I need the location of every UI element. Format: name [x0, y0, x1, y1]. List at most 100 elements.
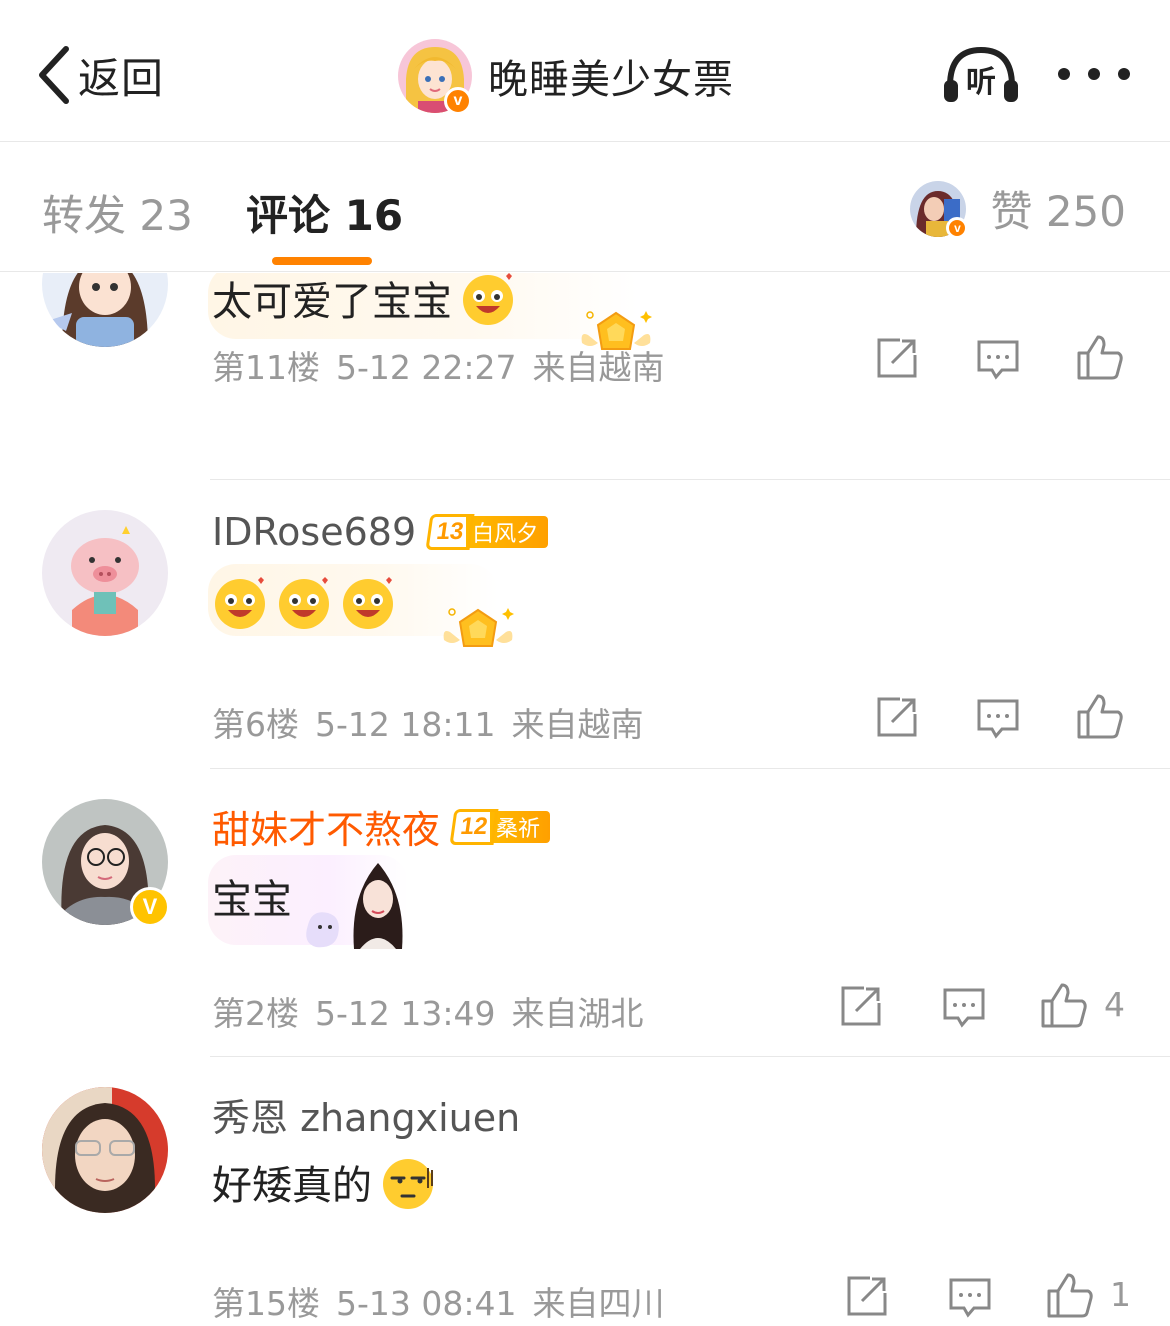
like-button[interactable] — [1040, 981, 1088, 1033]
comment-item: 太可爱了宝宝 第11楼 5-12 22:27 来自越南 — [0, 273, 1170, 480]
like-count: 4 — [1104, 985, 1125, 1024]
more-dot — [1088, 68, 1100, 80]
reply-button[interactable] — [976, 339, 1020, 385]
share-icon — [847, 1276, 887, 1316]
more-button[interactable] — [1058, 60, 1130, 88]
reply-button[interactable] — [942, 987, 986, 1033]
tab-bar: 转发 23 评论 16 v 赞 250 — [0, 142, 1170, 272]
comment-meta: 第11楼 5-12 22:27 来自越南 — [212, 341, 681, 389]
comment-location: 来自四川 — [532, 1284, 665, 1323]
back-button[interactable]: 返回 — [34, 40, 164, 110]
comment-bubble-icon — [949, 1278, 991, 1318]
verified-badge-icon: v — [946, 216, 969, 239]
comment-meta: 第15楼 5-13 08:41 来自四川 — [212, 1277, 681, 1325]
commenter-avatar[interactable] — [42, 510, 168, 636]
commenter-avatar[interactable] — [42, 273, 168, 347]
comment-text — [212, 574, 396, 630]
floor-number: 第6楼 — [212, 705, 299, 744]
comment-text: 好矮真的 — [212, 1153, 436, 1211]
share-button[interactable] — [846, 1275, 888, 1321]
more-dots-icon — [1058, 68, 1070, 80]
comment-bubble-icon — [977, 340, 1019, 380]
more-dot — [1118, 68, 1130, 80]
love-face-emoji-icon — [460, 273, 516, 326]
floor-number: 第11楼 — [212, 348, 320, 387]
share-icon — [877, 697, 917, 737]
commenter-avatar[interactable] — [42, 1087, 168, 1213]
share-button[interactable] — [840, 985, 882, 1031]
comment-bubble-icon — [977, 699, 1019, 739]
love-face-emoji-icon — [212, 574, 268, 630]
card-portrait-decoration-icon — [306, 863, 403, 949]
share-icon — [877, 338, 917, 378]
listen-headphone-icon: 听 — [944, 46, 1018, 102]
share-button[interactable] — [876, 696, 918, 742]
comment-item: IDRose689 13 白风夕 第6楼 5-12 18:11 来自越南 — [0, 480, 1170, 769]
commenter-name[interactable]: 秀恩 zhangxiuen — [212, 1087, 520, 1142]
comment-location: 来自越南 — [511, 705, 644, 744]
commenter-avatar[interactable]: V — [42, 799, 170, 927]
comment-time: 5-13 08:41 — [336, 1284, 517, 1323]
thumbs-up-icon — [1041, 983, 1087, 1028]
comment-bubble-icon — [943, 988, 985, 1028]
like-button[interactable] — [1046, 1271, 1094, 1323]
liker-avatar: v — [910, 180, 969, 239]
reply-button[interactable] — [976, 698, 1020, 744]
comment-time: 5-12 22:27 — [336, 348, 517, 387]
like-button[interactable] — [1076, 333, 1124, 385]
comment-location: 来自湖北 — [511, 994, 644, 1033]
commenter-name[interactable]: IDRose689 13 白风夕 — [212, 510, 549, 554]
thumbs-up-icon — [1077, 335, 1123, 380]
active-tab-indicator — [272, 257, 372, 265]
love-face-emoji-icon — [276, 574, 332, 630]
title-group[interactable]: v 晚睡美少女票 — [398, 38, 734, 115]
fan-level-number: 12 — [449, 808, 499, 845]
like-count: 1 — [1110, 1275, 1131, 1314]
listen-button[interactable]: 听 — [940, 42, 1022, 106]
comment-meta: 第6楼 5-12 18:11 来自越南 — [212, 698, 660, 746]
comment-text-content: 太可爱了宝宝 — [212, 279, 452, 325]
likes-count-label: 赞 250 — [990, 187, 1126, 236]
back-label: 返回 — [78, 53, 165, 103]
like-button[interactable] — [1076, 692, 1124, 744]
floor-number: 第15楼 — [212, 1284, 320, 1323]
golden-medal-icon — [443, 608, 514, 647]
share-icon — [841, 986, 881, 1026]
chevron-left-icon — [39, 46, 69, 104]
tab-repost[interactable]: 转发 23 — [42, 182, 193, 243]
love-face-emoji-icon — [340, 574, 396, 630]
comment-list: 太可爱了宝宝 第11楼 5-12 22:27 来自越南 IDRose689 13… — [0, 273, 1170, 1326]
comment-time: 5-12 18:11 — [315, 705, 496, 744]
comment-text-content: 好矮真的 — [212, 1163, 372, 1209]
thumbs-up-icon — [1077, 694, 1123, 739]
comment-text: 太可爱了宝宝 — [212, 273, 516, 327]
side-eye-emoji-icon — [380, 1154, 436, 1210]
comment-item: V 甜妹才不熬夜 12 桑祈 宝宝 第2楼 5-12 13:49 来自湖北 4 — [0, 769, 1170, 1057]
fan-level-number: 13 — [425, 514, 475, 550]
comment-location: 来自越南 — [532, 348, 665, 387]
comment-meta: 第2楼 5-12 13:49 来自湖北 — [212, 987, 660, 1035]
comment-text-content: 宝宝 — [212, 877, 292, 923]
svg-text:听: 听 — [966, 65, 996, 100]
verified-badge-icon: V — [130, 887, 170, 927]
comment-item: 秀恩 zhangxiuen 好矮真的 第15楼 5-13 08:41 来自四川 1 — [0, 1057, 1170, 1326]
fan-level-tag: 桑祈 — [490, 810, 551, 843]
account-avatar[interactable]: v — [398, 39, 472, 115]
thumbs-up-icon — [1047, 1273, 1093, 1318]
floor-number: 第2楼 — [212, 994, 299, 1033]
top-bar: 返回 v 晚睡美少女票 听 — [0, 0, 1170, 142]
fan-level-badge[interactable]: 12 桑祈 — [449, 808, 551, 845]
commenter-name-text: 甜妹才不熬夜 — [212, 808, 441, 852]
commenter-name[interactable]: 甜妹才不熬夜 12 桑祈 — [212, 799, 551, 854]
commenter-name-text: IDRose689 — [212, 510, 417, 554]
comment-time: 5-12 13:49 — [315, 994, 496, 1033]
tab-likes[interactable]: v 赞 250 — [910, 178, 1126, 239]
commenter-name-text: 秀恩 zhangxiuen — [212, 1096, 521, 1140]
fan-level-badge[interactable]: 13 白风夕 — [425, 514, 549, 550]
fan-level-tag: 白风夕 — [466, 516, 549, 548]
verified-badge-icon: v — [444, 87, 472, 115]
reply-button[interactable] — [948, 1277, 992, 1323]
comment-text: 宝宝 — [212, 867, 292, 925]
page-title: 晚睡美少女票 — [488, 57, 734, 103]
share-button[interactable] — [876, 337, 918, 383]
